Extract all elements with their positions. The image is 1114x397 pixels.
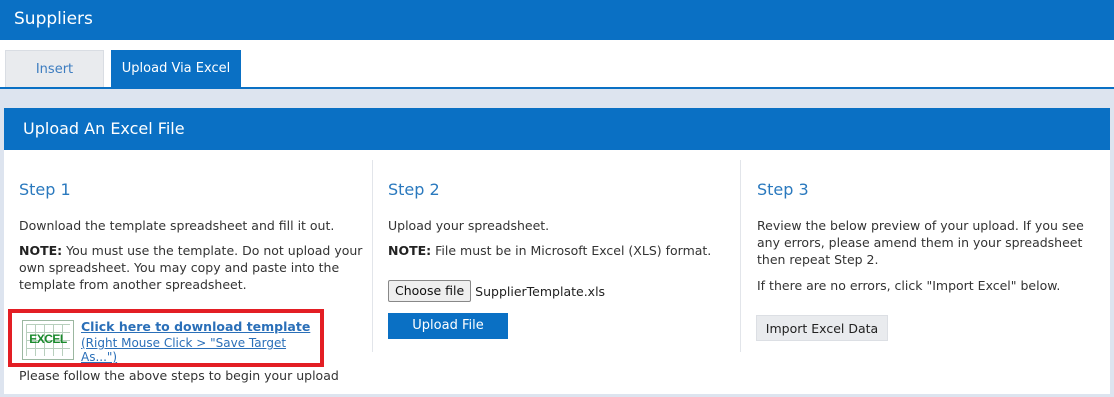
page-title: Suppliers [14, 9, 93, 29]
upload-panel: Upload An Excel File Step 1 Download the… [4, 108, 1110, 394]
upload-file-button[interactable]: Upload File [388, 313, 508, 339]
download-template-link[interactable]: Click here to download template [81, 319, 310, 334]
note-label: NOTE: [388, 243, 432, 258]
tab-insert[interactable]: Insert [5, 50, 104, 87]
step-1-note: NOTE: You must use the template. Do not … [19, 242, 369, 293]
step-1-column: Step 1 Download the template spreadsheet… [19, 160, 369, 293]
step-1-title: Step 1 [19, 180, 71, 199]
choose-file-button[interactable]: Choose file [388, 280, 472, 302]
follow-steps-text: Please follow the above steps to begin y… [19, 368, 339, 383]
selected-file-name: SupplierTemplate.xls [475, 283, 606, 299]
step-2-note-text: File must be in Microsoft Excel (XLS) fo… [431, 243, 712, 258]
download-hint-link[interactable]: (Right Mouse Click > "Save Target As..."… [81, 336, 320, 364]
step-3-column: Step 3 Review the below preview of your … [757, 160, 1097, 294]
panel-title: Upload An Excel File [4, 108, 1110, 150]
excel-icon-label: EXCEL [29, 332, 67, 346]
import-excel-data-button[interactable]: Import Excel Data [756, 315, 888, 341]
tab-bar: Insert Upload Via Excel [0, 40, 1114, 89]
file-input: Choose file SupplierTemplate.xls [388, 280, 605, 302]
step-1-note-text: You must use the template. Do not upload… [19, 243, 363, 292]
step-1-text: Download the template spreadsheet and fi… [19, 218, 335, 233]
step-3-text-2: If there are no errors, click "Import Ex… [757, 278, 1061, 293]
step-2-text: Upload your spreadsheet. [388, 218, 550, 233]
download-template-box: EXCEL Click here to download template (R… [8, 309, 324, 367]
step-3-title: Step 3 [757, 180, 809, 199]
tab-upload-via-excel[interactable]: Upload Via Excel [111, 50, 241, 87]
step-2-column: Step 2 Upload your spreadsheet. NOTE: Fi… [388, 160, 728, 259]
column-divider [372, 160, 373, 352]
step-2-title: Step 2 [388, 180, 440, 199]
excel-icon[interactable]: EXCEL [22, 320, 74, 360]
step-2-note: NOTE: File must be in Microsoft Excel (X… [388, 242, 728, 259]
step-3-text: Review the below preview of your upload.… [757, 218, 1084, 267]
page-header: Suppliers [0, 0, 1114, 40]
note-label: NOTE: [19, 243, 63, 258]
column-divider [740, 160, 741, 352]
